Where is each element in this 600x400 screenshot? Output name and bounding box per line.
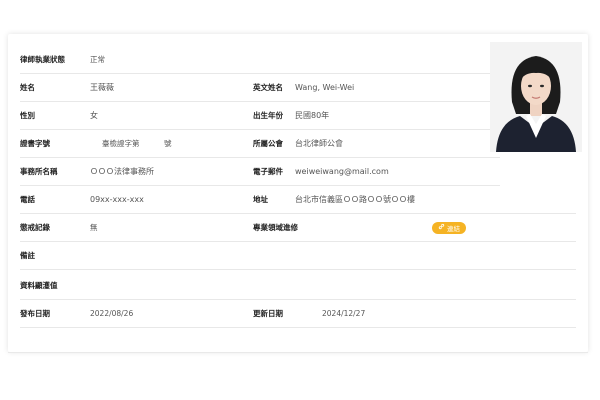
source-row: 資料顯濩值	[20, 272, 576, 300]
license-row: 證書字號 臺檢證字第 號 所屬公會 台北律師公會	[20, 130, 500, 158]
license-value: 臺檢證字第	[102, 139, 140, 148]
firm-row: 事務所名稱 ＯＯＯ法律事務所 電子郵件 weiweiwang@mail.com	[20, 158, 500, 186]
phone-value: 09xx-xxx-xxx	[90, 195, 144, 204]
gender-row: 性別 女 出生年份 民國80年	[20, 102, 500, 130]
birth-year-value: 民國80年	[295, 111, 330, 120]
gender-label: 性別	[20, 111, 35, 120]
email-label: 電子郵件	[253, 167, 283, 176]
discipline-label: 懲戒記錄	[20, 223, 50, 232]
lawyer-portrait-photo	[490, 42, 582, 152]
license-suffix: 號	[164, 139, 172, 148]
name-row: 姓名 王薇薇 英文姓名 Wang, Wei-Wei	[20, 74, 500, 102]
publish-date-label: 發布日期	[20, 309, 50, 318]
status-value: 正常	[90, 55, 105, 64]
specialty-label: 專業領域進修	[253, 223, 298, 232]
specialty-link-container: 連結	[432, 214, 466, 241]
phone-row: 電話 09xx-xxx-xxx 地址 台北市信義區ＯＯ路ＯＯ號ＯＯ樓	[20, 186, 576, 214]
bar-association-label: 所屬公會	[253, 139, 283, 148]
specialty-link-button[interactable]: 連結	[432, 221, 466, 234]
status-label: 律師執業狀態	[20, 55, 65, 64]
link-icon	[438, 223, 445, 232]
remarks-label: 備註	[20, 251, 35, 260]
discipline-row: 懲戒記錄 無 專業領域進修 連結	[20, 214, 576, 242]
specialty-link-label: 連結	[447, 224, 460, 233]
english-name-value: Wang, Wei-Wei	[295, 83, 355, 92]
firm-label: 事務所名稱	[20, 167, 58, 176]
update-date-value: 2024/12/27	[322, 309, 366, 318]
english-name-label: 英文姓名	[253, 83, 283, 92]
name-value: 王薇薇	[90, 83, 114, 92]
email-value: weiweiwang@mail.com	[295, 167, 389, 176]
source-label: 資料顯濩值	[20, 281, 58, 290]
publish-date-value: 2022/08/26	[90, 309, 134, 318]
address-label: 地址	[253, 195, 268, 204]
address-value: 台北市信義區ＯＯ路ＯＯ號ＯＯ樓	[295, 195, 415, 204]
bar-association-value: 台北律師公會	[295, 139, 343, 148]
update-date-label: 更新日期	[253, 309, 283, 318]
remarks-row: 備註	[20, 242, 576, 270]
birth-year-label: 出生年份	[253, 111, 283, 120]
license-label: 證書字號	[20, 139, 50, 148]
firm-value: ＯＯＯ法律事務所	[90, 167, 154, 176]
gender-value: 女	[90, 111, 98, 120]
page-divider	[8, 352, 588, 353]
status-row: 律師執業狀態 正常	[20, 46, 500, 74]
dates-row: 發布日期 2022/08/26 更新日期 2024/12/27	[20, 300, 576, 328]
name-label: 姓名	[20, 83, 35, 92]
phone-label: 電話	[20, 195, 35, 204]
discipline-value: 無	[90, 223, 98, 232]
